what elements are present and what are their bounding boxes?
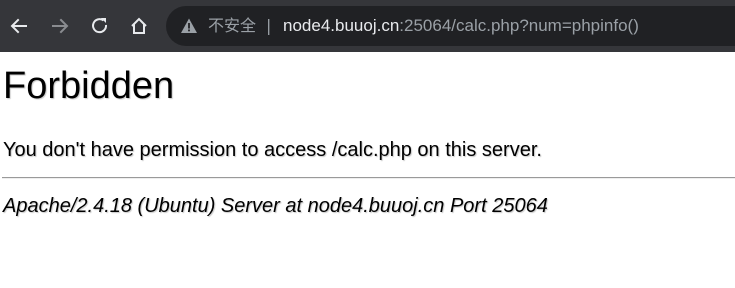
url-path: :25064/calc.php?num=phpinfo() [399, 16, 639, 35]
url-host: node4.buuoj.cn [283, 16, 400, 35]
reload-button[interactable] [86, 12, 114, 40]
back-arrow-icon [10, 18, 27, 34]
warning-icon[interactable] [180, 17, 198, 35]
address-bar[interactable]: 不安全 | node4.buuoj.cn:25064/calc.php?num=… [166, 6, 735, 46]
security-label[interactable]: 不安全 [208, 15, 256, 37]
page-content: Forbidden You don't have permission to a… [0, 52, 735, 288]
security-separator: | [266, 16, 272, 35]
reload-icon [92, 18, 108, 34]
error-message: You don't have permission to access /cal… [3, 139, 542, 161]
browser-toolbar: 不安全 | node4.buuoj.cn:25064/calc.php?num=… [0, 0, 735, 52]
divider [2, 177, 735, 179]
url-text[interactable]: node4.buuoj.cn:25064/calc.php?num=phpinf… [283, 15, 639, 37]
forward-arrow-icon [52, 18, 69, 34]
forward-button[interactable] [46, 12, 74, 40]
home-icon [131, 17, 147, 34]
home-button[interactable] [125, 12, 153, 40]
server-signature: Apache/2.4.18 (Ubuntu) Server at node4.b… [3, 195, 548, 217]
back-button[interactable] [5, 12, 33, 40]
page-title: Forbidden [3, 65, 175, 107]
